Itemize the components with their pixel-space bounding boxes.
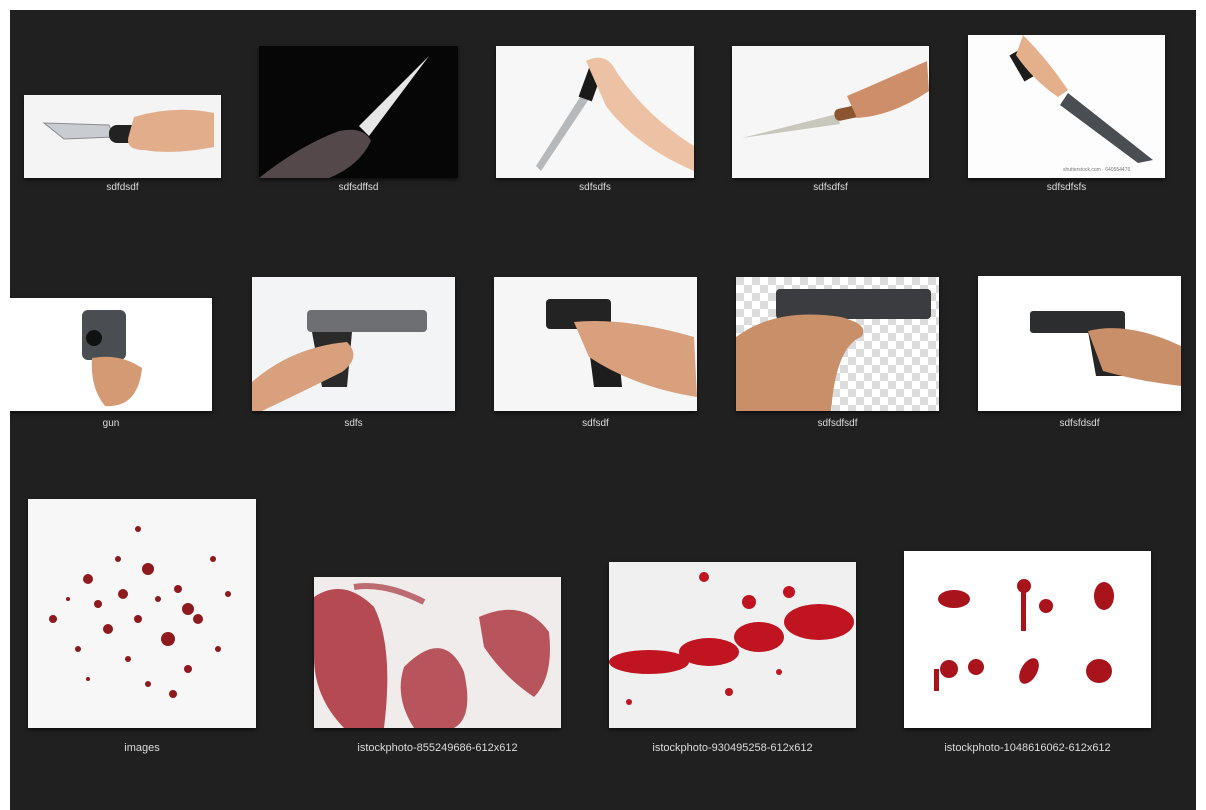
- file-name: istockphoto-855249686-612x612: [357, 742, 518, 754]
- knife-thumbnail: [259, 46, 458, 178]
- file-name: sdfsdf: [582, 418, 609, 429]
- knife-thumbnail: [24, 95, 221, 178]
- file-name: sdfsfdsdf: [1059, 418, 1100, 429]
- blood-drops-thumbnail: [904, 551, 1151, 728]
- pistol-thumbnail: [736, 277, 939, 411]
- pistol-thumbnail: [10, 298, 212, 411]
- knife-thumbnail: [496, 46, 694, 178]
- blood-splatter-thumbnail: [28, 499, 256, 728]
- knife-thumbnail: [732, 46, 929, 178]
- file-explorer-thumbnail-view: sdfdsdf sdfsdffsd sdfsdfs sdfsdfsf shutt…: [10, 10, 1196, 810]
- file-name: images: [124, 742, 160, 754]
- file-name: istockphoto-1048616062-612x612: [944, 742, 1111, 754]
- knife-thumbnail: shutterstock.com · 640554476: [968, 35, 1165, 178]
- blood-splatter-thumbnail: [609, 562, 856, 728]
- pistol-thumbnail: [494, 277, 697, 411]
- file-name: sdfsdfsfs: [1046, 182, 1087, 193]
- pistol-thumbnail: [252, 277, 455, 411]
- blood-smear-thumbnail: [314, 577, 561, 728]
- file-name: istockphoto-930495258-612x612: [652, 742, 813, 754]
- file-name: sdfsdfsdf: [817, 418, 858, 429]
- pistol-thumbnail: [978, 276, 1181, 411]
- watermark: shutterstock.com · 640554476: [1063, 167, 1131, 173]
- file-name: sdfs: [344, 418, 363, 429]
- file-name: gun: [102, 418, 120, 429]
- file-name: sdfsdfsf: [813, 182, 848, 193]
- file-name: sdfsdffsd: [338, 182, 379, 193]
- file-name: sdfsdfs: [579, 182, 611, 193]
- file-name: sdfdsdf: [106, 182, 139, 193]
